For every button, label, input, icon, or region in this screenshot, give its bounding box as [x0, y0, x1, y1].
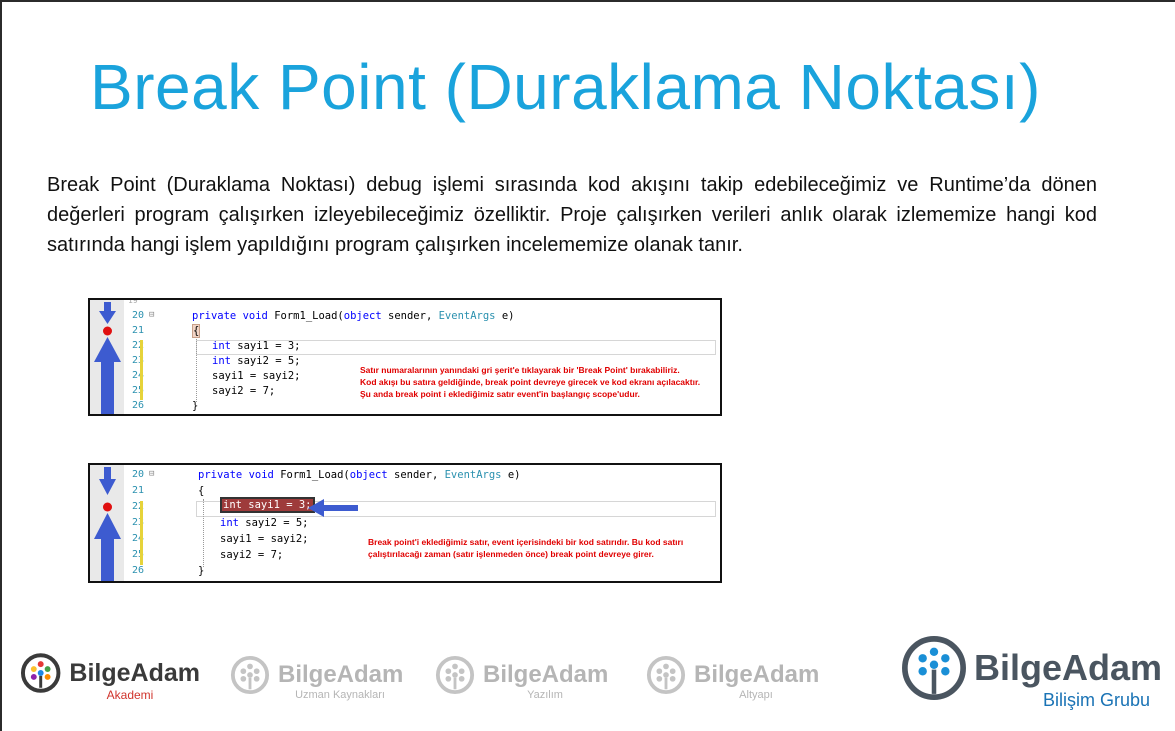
- down-up-arrows-icon: [94, 302, 121, 414]
- code-screenshot-2: 20 21 22 23 24 25 26 ⊟ private void Form…: [88, 463, 722, 583]
- code-line-20: private void Form1_Load(object sender, E…: [192, 310, 515, 322]
- logo-bilgeadam-yazilim: BilgeAdam Yazılım: [435, 655, 615, 701]
- line-number: 21: [131, 485, 144, 496]
- slide-left-edge: [0, 0, 2, 731]
- code-screenshot-1: 19 20 21 22 23 24 25 26 ⊟ private void F…: [88, 298, 722, 416]
- code-line-25: sayi2 = 7;: [212, 385, 276, 397]
- bilgeadam-logo-icon: [230, 655, 270, 695]
- line-number: 26: [131, 400, 144, 411]
- collapse-icon: ⊟: [149, 469, 155, 479]
- down-up-arrows-icon: [94, 467, 121, 581]
- code-line-20: private void Form1_Load(object sender, E…: [198, 469, 521, 481]
- code-line-23: int sayi2 = 5;: [220, 517, 309, 529]
- code-line-24: sayi1 = sayi2;: [212, 370, 301, 382]
- code-line-22: int sayi1 = 3;: [212, 340, 301, 352]
- logo-bilgeadam-altyapi: BilgeAdam Altyapı: [646, 655, 826, 701]
- slide-top-edge: [0, 0, 1175, 2]
- changed-lines-marker: [140, 340, 143, 400]
- code-line-24: sayi1 = sayi2;: [220, 533, 309, 545]
- logo-bilgeadam-bilisim-grubu: BilgeAdam Bilişim Grubu: [900, 634, 1165, 711]
- code-line-21: {: [198, 485, 205, 497]
- line-number: 20: [131, 310, 144, 321]
- indent-guide: [196, 336, 197, 402]
- line-number: 26: [131, 565, 144, 576]
- code-line-21: {: [192, 324, 201, 338]
- changed-lines-marker: [140, 501, 143, 565]
- logo-bilgeadam-akademi: BilgeAdam Akademi: [20, 652, 200, 702]
- line-number: 20: [131, 469, 144, 480]
- breakpoint-dot: [103, 326, 112, 336]
- collapse-icon: ⊟: [149, 310, 155, 320]
- code-line-26: }: [198, 565, 205, 577]
- slide-paragraph: Break Point (Duraklama Noktası) debug iş…: [47, 174, 1097, 256]
- slide-title: Break Point (Duraklama Noktası): [90, 51, 1041, 123]
- indent-guide: [203, 499, 204, 567]
- annotation-note: Break point'i eklediğimiz satır, event i…: [368, 537, 684, 559]
- left-arrow-icon: [308, 499, 358, 517]
- code-line-25: sayi2 = 7;: [220, 549, 284, 561]
- bilgeadam-main-logo-icon: [902, 636, 966, 700]
- breakpoint-dot: [103, 502, 112, 512]
- bilgeadam-logo-icon: [20, 653, 61, 693]
- code-line-22-breakpoint: int sayi1 = 3;: [220, 497, 315, 513]
- line-number: 21: [131, 325, 144, 336]
- bilgeadam-logo-icon: [435, 655, 475, 695]
- code-line-23: int sayi2 = 5;: [212, 355, 301, 367]
- logo-bilgeadam-uzman-kaynaklari: BilgeAdam Uzman Kaynakları: [230, 655, 410, 701]
- code-line-26: }: [192, 400, 199, 412]
- annotation-note: Satır numaralarının yanındaki gri şerit'…: [360, 365, 701, 399]
- bilgeadam-logo-icon: [646, 655, 686, 695]
